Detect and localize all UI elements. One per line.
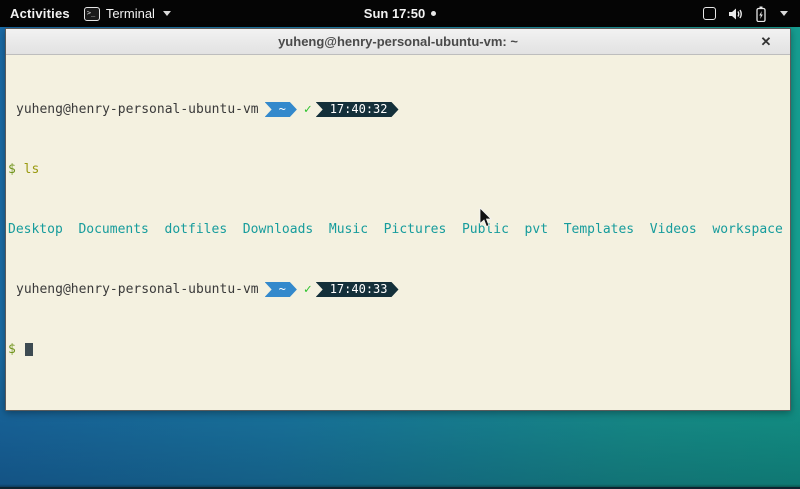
system-menu-chevron-icon bbox=[780, 11, 788, 16]
system-tray[interactable] bbox=[703, 0, 800, 27]
prompt-user: yuheng@henry-personal-ubuntu-vm bbox=[8, 282, 259, 297]
mouse-cursor bbox=[479, 208, 492, 228]
notification-dot bbox=[431, 11, 436, 16]
clock[interactable]: Sun 17:50 bbox=[364, 6, 425, 21]
command-line: $ ls bbox=[8, 162, 790, 177]
prompt-time-segment: 17:40:32 bbox=[316, 102, 399, 117]
check-icon: ✓ bbox=[304, 102, 312, 117]
input-line[interactable]: $ bbox=[8, 342, 790, 357]
prompt-line: yuheng@henry-personal-ubuntu-vm ~ ✓ 17:4… bbox=[8, 282, 790, 297]
window-titlebar[interactable]: yuheng@henry-personal-ubuntu-vm: ~ ✕ bbox=[6, 29, 790, 55]
close-button[interactable]: ✕ bbox=[756, 29, 776, 55]
typed-command: ls bbox=[24, 162, 40, 177]
prompt-dollar: $ bbox=[8, 342, 16, 357]
screen-icon bbox=[703, 7, 716, 20]
top-bar: Activities >_ Terminal Sun 17:50 bbox=[0, 0, 800, 27]
text-cursor bbox=[25, 343, 33, 356]
battery-charging-icon bbox=[756, 6, 766, 22]
terminal-content[interactable]: yuheng@henry-personal-ubuntu-vm ~ ✓ 17:4… bbox=[6, 55, 790, 410]
prompt-time-segment: 17:40:33 bbox=[316, 282, 399, 297]
prompt-dollar: $ bbox=[8, 162, 16, 177]
terminal-window: yuheng@henry-personal-ubuntu-vm: ~ ✕ yuh… bbox=[5, 28, 791, 411]
volume-icon bbox=[728, 7, 744, 21]
app-menu[interactable]: >_ Terminal bbox=[84, 6, 171, 21]
ls-output: Desktop Documents dotfiles Downloads Mus… bbox=[8, 222, 790, 237]
app-menu-label: Terminal bbox=[106, 6, 155, 21]
check-icon: ✓ bbox=[304, 282, 312, 297]
window-title: yuheng@henry-personal-ubuntu-vm: ~ bbox=[6, 34, 790, 49]
prompt-path-segment: ~ bbox=[265, 282, 297, 297]
chevron-down-icon bbox=[163, 11, 171, 16]
activities-button[interactable]: Activities bbox=[10, 6, 70, 21]
prompt-user: yuheng@henry-personal-ubuntu-vm bbox=[8, 102, 259, 117]
prompt-line: yuheng@henry-personal-ubuntu-vm ~ ✓ 17:4… bbox=[8, 102, 790, 117]
prompt-path-segment: ~ bbox=[265, 102, 297, 117]
terminal-icon: >_ bbox=[84, 7, 100, 21]
